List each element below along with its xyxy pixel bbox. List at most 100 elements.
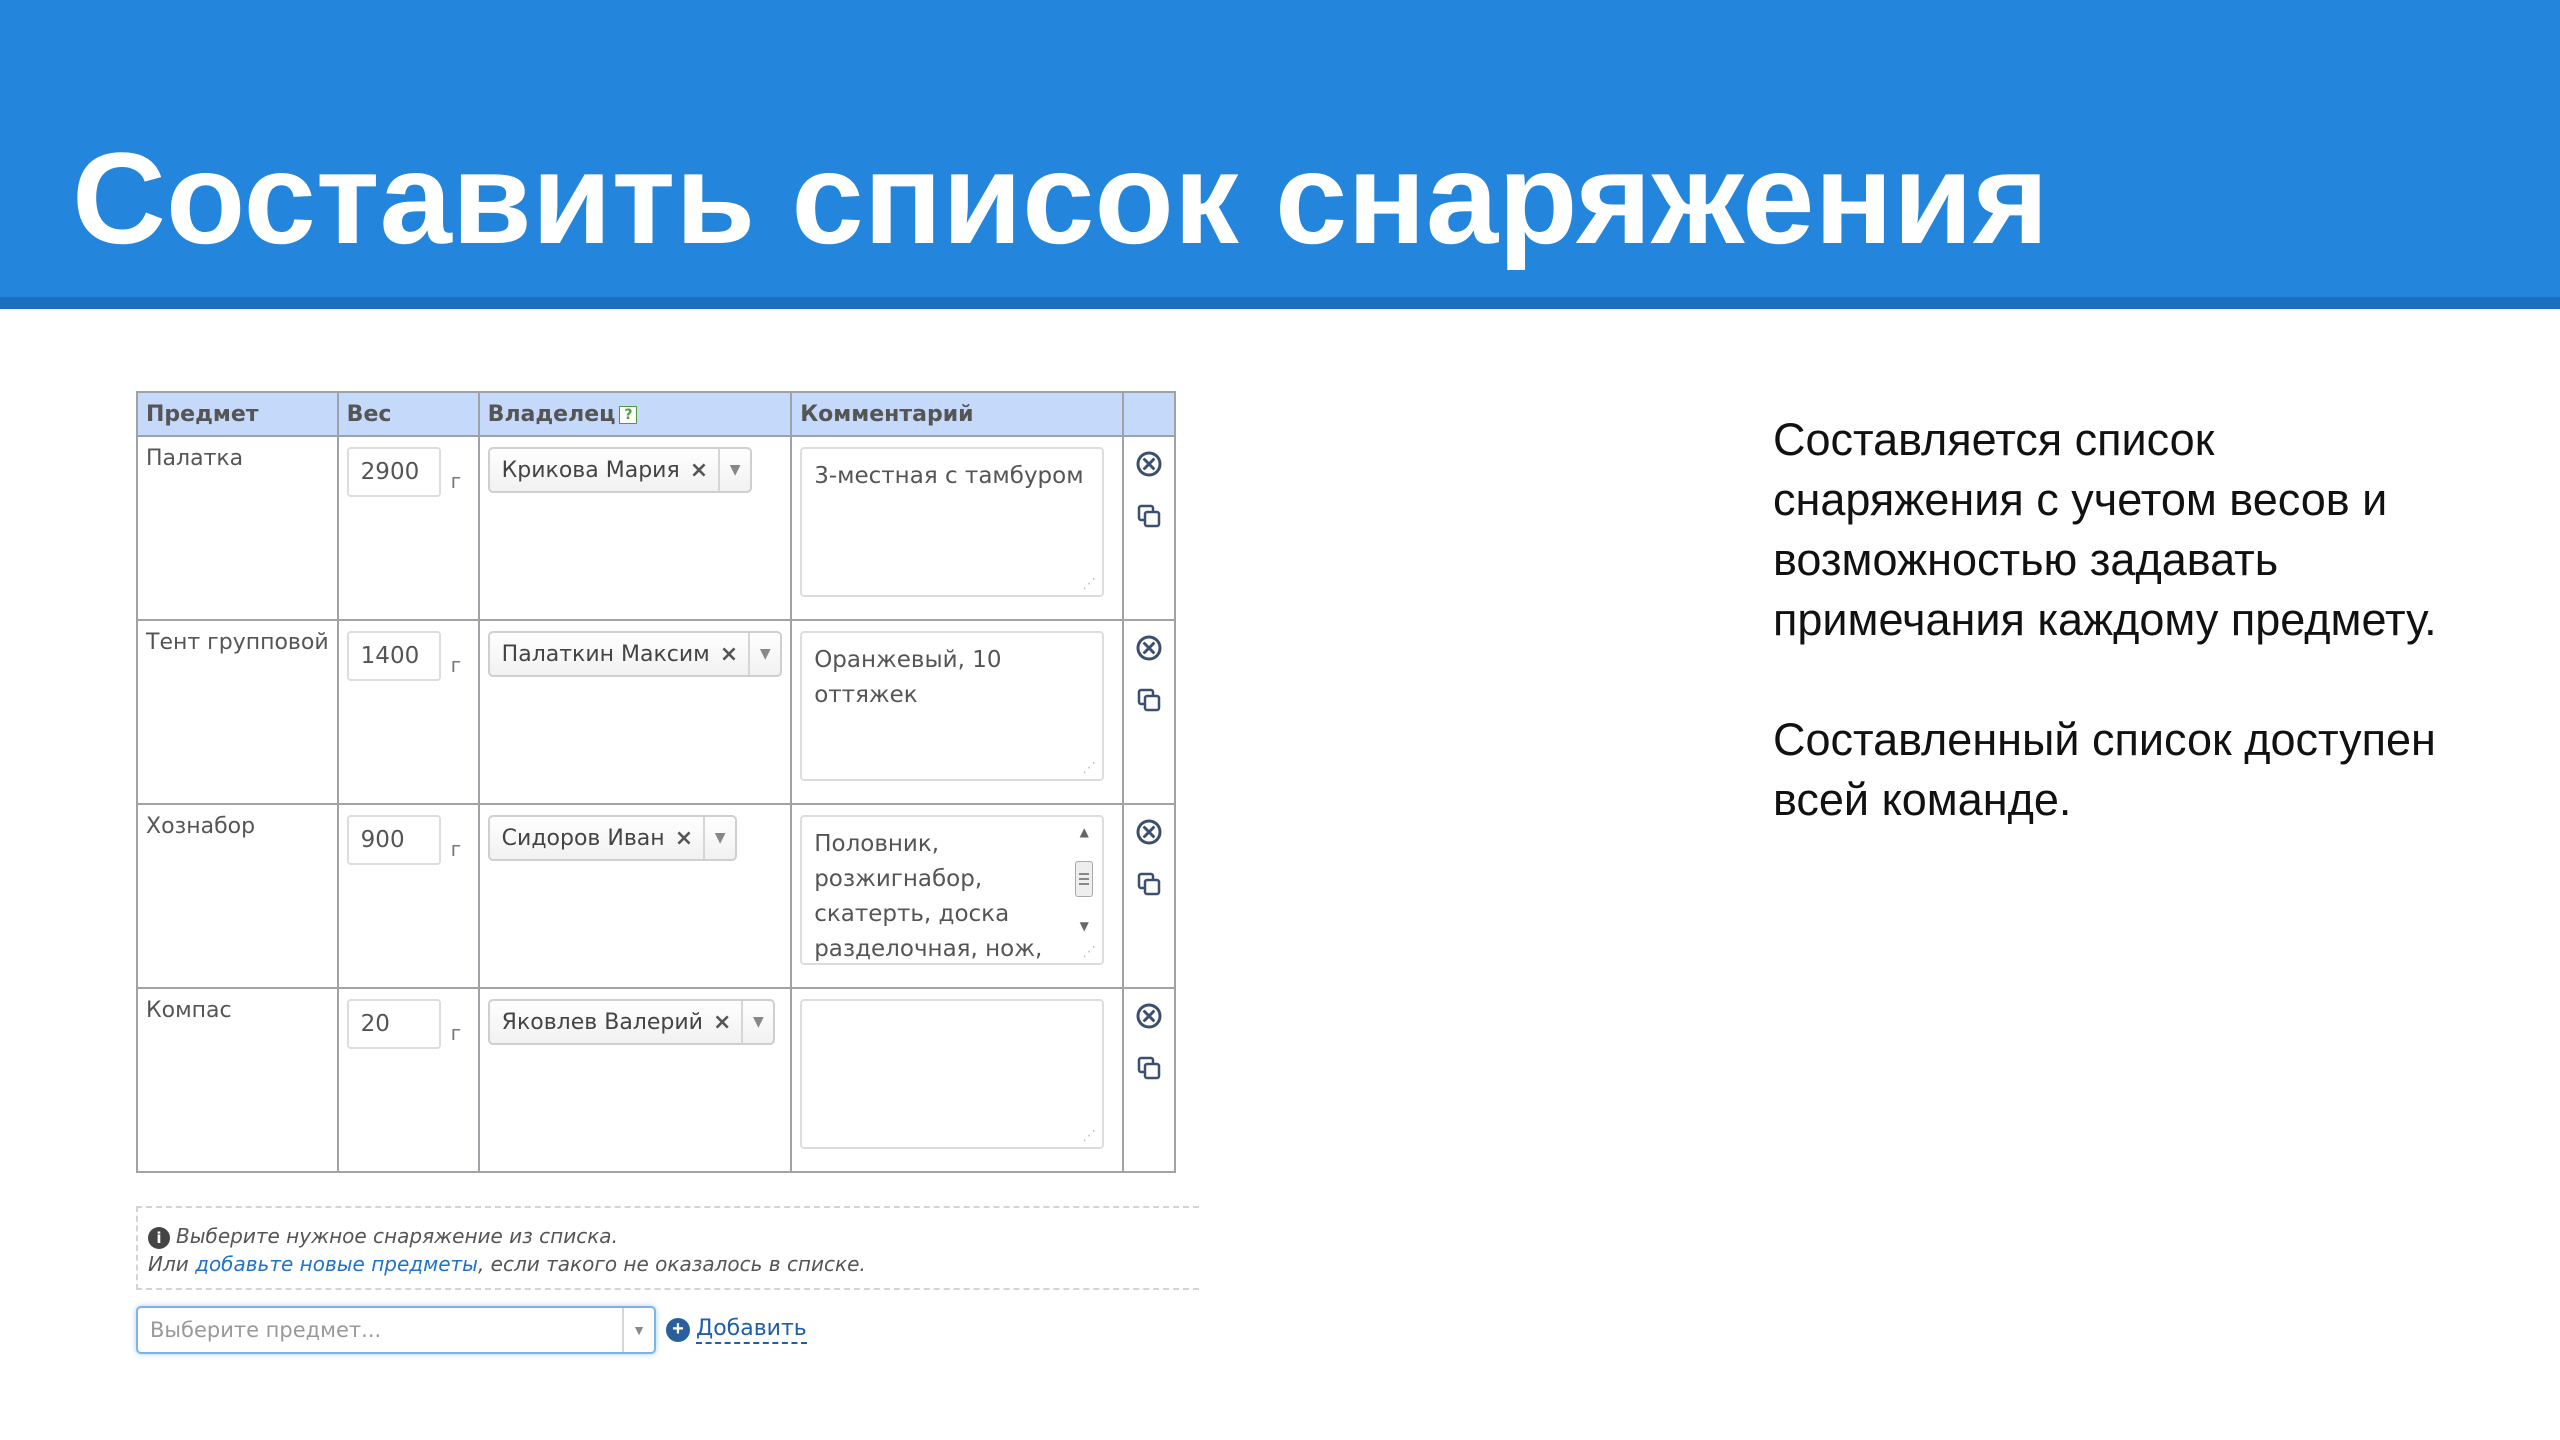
item-select-placeholder: Выберите предмет...: [150, 1318, 382, 1342]
comment-textarea[interactable]: 3-местная с тамбуром ⋰: [800, 447, 1105, 597]
delete-icon[interactable]: [1136, 451, 1162, 477]
plus-circle-icon: +: [666, 1318, 690, 1342]
copy-icon[interactable]: [1136, 1055, 1162, 1081]
owner-clear-icon[interactable]: ×: [690, 458, 718, 483]
column-header-owner: Владелец?: [477, 391, 793, 437]
weight-unit: г: [450, 1021, 462, 1045]
scroll-thumb[interactable]: [1075, 861, 1094, 897]
table-row: Тент групповой г Палаткин Максим × ▼ Ора…: [136, 619, 1177, 805]
comment-textarea[interactable]: ⋰: [800, 999, 1105, 1149]
owner-clear-icon[interactable]: ×: [675, 826, 703, 851]
delete-icon[interactable]: [1136, 1003, 1162, 1029]
info-line-2-prefix: Или: [148, 1252, 196, 1276]
owner-name: Сидоров Иван: [501, 825, 665, 851]
owner-cell: Сидоров Иван × ▼: [477, 803, 793, 989]
add-new-items-link[interactable]: добавьте новые предметы: [195, 1252, 478, 1276]
owner-name: Палаткин Максим: [501, 641, 710, 667]
add-button[interactable]: + Добавить: [666, 1316, 807, 1344]
copy-icon[interactable]: [1136, 687, 1162, 713]
item-name: Тент групповой: [146, 630, 329, 655]
item-select[interactable]: Выберите предмет... ▼: [136, 1306, 656, 1354]
resize-handle-icon[interactable]: ⋰: [1082, 1129, 1096, 1143]
actions-cell: [1122, 987, 1177, 1173]
comment-cell: Половник, розжигнабор, скатерть, доска р…: [790, 803, 1125, 989]
owner-cell: Крикова Мария × ▼: [477, 435, 793, 621]
owner-name: Крикова Мария: [501, 457, 680, 483]
weight-unit: г: [450, 469, 462, 493]
add-item-row: Выберите предмет... ▼ + Добавить: [136, 1306, 807, 1354]
table-row: Палатка г Крикова Мария × ▼ 3-местная с …: [136, 435, 1177, 621]
owner-select[interactable]: Палаткин Максим × ▼: [487, 631, 783, 677]
add-button-label: Добавить: [696, 1316, 807, 1344]
table-row: Хознабор г Сидоров Иван × ▼ Половник, ро…: [136, 803, 1177, 989]
chevron-down-icon[interactable]: ▼: [703, 817, 735, 859]
comment-textarea[interactable]: Половник, розжигнабор, скатерть, доска р…: [800, 815, 1105, 965]
item-name: Палатка: [146, 446, 244, 471]
comment-cell: Оранжевый, 10 оттяжек ⋰: [790, 619, 1125, 805]
resize-handle-icon[interactable]: ⋰: [1082, 761, 1096, 775]
info-icon: i: [148, 1226, 170, 1249]
owner-clear-icon[interactable]: ×: [713, 1010, 741, 1035]
info-line-1-text: Выберите нужное снаряжение из списка.: [176, 1224, 618, 1248]
item-cell: Тент групповой: [136, 619, 339, 805]
delete-icon[interactable]: [1136, 819, 1162, 845]
weight-unit: г: [450, 837, 462, 861]
weight-input[interactable]: [346, 815, 441, 865]
comment-scrollbar[interactable]: ▲ ▼: [1072, 825, 1096, 933]
resize-handle-icon[interactable]: ⋰: [1082, 577, 1096, 591]
delete-icon[interactable]: [1136, 635, 1162, 661]
info-line-1: i Выберите нужное снаряжение из списка.: [148, 1222, 1189, 1250]
slide-title: Составить список снаряжения: [72, 125, 2049, 271]
chevron-down-icon[interactable]: ▼: [748, 633, 780, 675]
owner-select[interactable]: Крикова Мария × ▼: [487, 447, 753, 493]
column-header-owner-label: Владелец: [487, 401, 616, 427]
actions-cell: [1122, 435, 1177, 621]
column-header-actions: [1122, 391, 1177, 437]
table-row: Компас г Яковлев Валерий × ▼ ⋰: [136, 987, 1177, 1173]
weight-input[interactable]: [346, 447, 441, 497]
column-header-weight: Вес: [336, 391, 480, 437]
comment-text: Оранжевый, 10 оттяжек: [814, 647, 1009, 708]
chevron-down-icon[interactable]: ▼: [622, 1308, 654, 1352]
table-header-row: Предмет Вес Владелец? Комментарий: [136, 391, 1177, 437]
weight-cell: г: [336, 803, 480, 989]
comment-textarea[interactable]: Оранжевый, 10 оттяжек ⋰: [800, 631, 1105, 781]
info-box: i Выберите нужное снаряжение из списка. И…: [136, 1206, 1199, 1290]
scroll-down-icon[interactable]: ▼: [1080, 919, 1089, 933]
chevron-down-icon[interactable]: ▼: [718, 449, 750, 491]
column-header-item: Предмет: [136, 391, 339, 437]
comment-cell: ⋰: [790, 987, 1125, 1173]
owner-help-icon[interactable]: ?: [619, 405, 638, 424]
comment-text: Половник, розжигнабор, скатерть, доска р…: [814, 831, 1043, 962]
resize-handle-icon[interactable]: ⋰: [1082, 945, 1096, 959]
weight-input[interactable]: [346, 631, 441, 681]
owner-name: Яковлев Валерий: [501, 1009, 703, 1035]
copy-icon[interactable]: [1136, 871, 1162, 897]
info-line-2-suffix: , если такого не оказалось в списке.: [477, 1252, 866, 1276]
item-name: Хознабор: [146, 814, 256, 839]
weight-cell: г: [336, 435, 480, 621]
comment-text: 3-местная с тамбуром: [814, 463, 1084, 489]
weight-cell: г: [336, 987, 480, 1173]
item-name: Компас: [146, 998, 232, 1023]
owner-clear-icon[interactable]: ×: [720, 642, 748, 667]
owner-select[interactable]: Яковлев Валерий × ▼: [487, 999, 776, 1045]
comment-cell: 3-местная с тамбуром ⋰: [790, 435, 1125, 621]
info-line-2: Или добавьте новые предметы, если такого…: [148, 1250, 1189, 1278]
owner-select[interactable]: Сидоров Иван × ▼: [487, 815, 738, 861]
description-paragraph-1: Составляется список снаряжения с учетом …: [1773, 414, 2437, 645]
weight-input[interactable]: [346, 999, 441, 1049]
gear-table: Предмет Вес Владелец? Комментарий Палатк…: [136, 391, 1177, 1173]
owner-cell: Яковлев Валерий × ▼: [477, 987, 793, 1173]
scroll-up-icon[interactable]: ▲: [1080, 825, 1089, 839]
chevron-down-icon[interactable]: ▼: [741, 1001, 773, 1043]
column-header-comment: Комментарий: [790, 391, 1125, 437]
owner-cell: Палаткин Максим × ▼: [477, 619, 793, 805]
actions-cell: [1122, 803, 1177, 989]
item-cell: Хознабор: [136, 803, 339, 989]
item-cell: Компас: [136, 987, 339, 1173]
copy-icon[interactable]: [1136, 503, 1162, 529]
actions-cell: [1122, 619, 1177, 805]
weight-unit: г: [450, 653, 462, 677]
weight-cell: г: [336, 619, 480, 805]
